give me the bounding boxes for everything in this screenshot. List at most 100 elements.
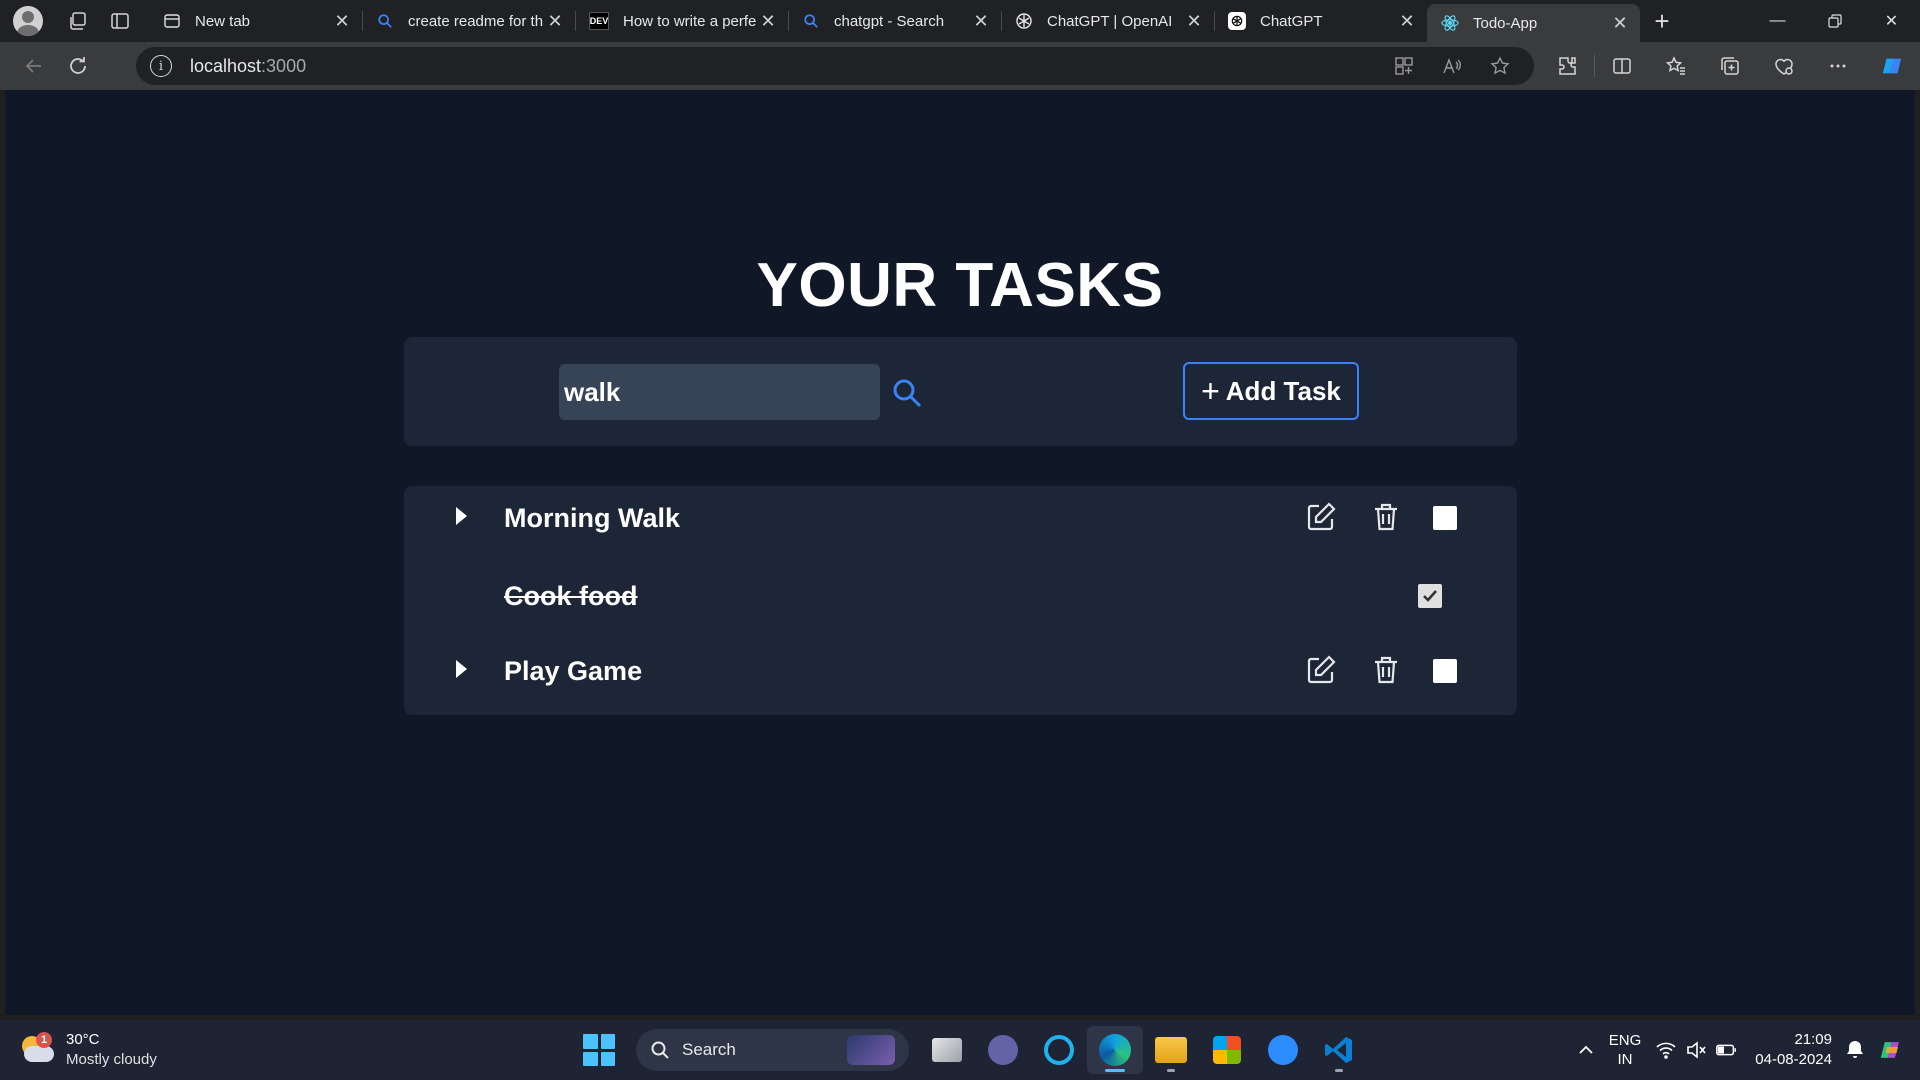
openai-icon <box>1015 12 1033 30</box>
new-tab-button[interactable]: + <box>1640 0 1684 42</box>
tab-actions-icon[interactable] <box>99 0 141 42</box>
tab-close-icon[interactable]: ✕ <box>332 11 352 31</box>
task-title: Morning Walk <box>504 503 680 533</box>
language-indicator[interactable]: ENG IN <box>1609 1031 1642 1069</box>
delete-icon[interactable] <box>1369 500 1403 534</box>
minimize-icon[interactable]: — <box>1749 0 1806 42</box>
expand-caret-icon[interactable] <box>456 660 467 678</box>
favorite-star-icon[interactable] <box>1476 48 1524 84</box>
search-highlight-icon <box>847 1035 895 1065</box>
taskbar-search[interactable]: Search <box>636 1029 909 1071</box>
browser-toolbar: i localhost:3000 <box>0 42 1920 90</box>
browser-tab[interactable]: New tab ✕ <box>149 0 362 42</box>
favorites-icon[interactable] <box>1649 46 1703 86</box>
task-item: Cook food <box>404 565 1517 625</box>
search-icon <box>376 12 394 30</box>
add-task-button[interactable]: + Add Task <box>1183 362 1359 420</box>
clock[interactable]: 21:09 04-08-2024 <box>1755 1030 1832 1070</box>
tab-title: ChatGPT <box>1260 12 1323 30</box>
vscode-icon[interactable] <box>1311 1026 1367 1074</box>
teams-icon[interactable] <box>975 1026 1031 1074</box>
copilot-tray-icon[interactable] <box>1880 1039 1902 1061</box>
task-title: Cook food <box>504 581 638 611</box>
search-panel: + Add Task <box>404 337 1517 446</box>
browser-tab[interactable]: chatgpt - Search ✕ <box>788 0 1001 42</box>
battery-icon[interactable] <box>1715 1039 1737 1061</box>
edit-icon[interactable] <box>1304 500 1338 534</box>
tab-title: New tab <box>195 12 251 30</box>
back-icon[interactable] <box>12 46 56 86</box>
tab-title: chatgpt - Search <box>834 12 945 30</box>
windows-start-icon[interactable] <box>580 1031 618 1069</box>
edit-icon[interactable] <box>1304 653 1338 687</box>
cortana-icon[interactable] <box>1031 1026 1087 1074</box>
page-viewport: YOUR TASKS + Add Task Morning Walk Cook … <box>5 90 1915 1015</box>
split-screen-icon[interactable] <box>1595 46 1649 86</box>
newtab-icon <box>163 12 181 30</box>
weather-cloudy-icon: 1 <box>20 1032 56 1068</box>
address-bar[interactable]: i localhost:3000 <box>136 47 1534 85</box>
plus-icon: + <box>1201 373 1220 409</box>
expand-caret-icon[interactable] <box>456 507 467 525</box>
task-item: Morning Walk <box>404 487 1517 547</box>
taskbar-apps: Search <box>580 1026 1367 1074</box>
task-checkbox[interactable] <box>1433 506 1457 530</box>
openai-icon <box>1228 12 1246 30</box>
add-task-label: Add Task <box>1225 375 1341 406</box>
tab-title: How to write a perfe <box>623 12 757 30</box>
profile-avatar[interactable] <box>13 6 43 36</box>
browser-tab[interactable]: ChatGPT ✕ <box>1214 0 1427 42</box>
browser-tab-active[interactable]: Todo-App ✕ <box>1427 4 1640 42</box>
tab-close-icon[interactable]: ✕ <box>971 11 991 31</box>
wifi-icon[interactable] <box>1655 1039 1677 1061</box>
task-title: Play Game <box>504 656 643 686</box>
task-checkbox[interactable] <box>1433 659 1457 683</box>
tab-close-icon[interactable]: ✕ <box>1184 11 1204 31</box>
react-icon <box>1441 14 1459 32</box>
browser-tab[interactable]: ChatGPT | OpenAI ✕ <box>1001 0 1214 42</box>
browser-essentials-icon[interactable] <box>1757 46 1811 86</box>
system-tray: ENG IN 21:09 04-08-2024 <box>1575 1020 1920 1080</box>
search-input[interactable] <box>559 364 880 420</box>
tab-close-icon[interactable]: ✕ <box>1397 11 1417 31</box>
tab-close-icon[interactable]: ✕ <box>1610 13 1630 33</box>
volume-muted-icon[interactable] <box>1685 1039 1707 1061</box>
browser-tab-strip: New tab ✕ create readme for th ✕ DEV How… <box>0 0 1920 42</box>
extensions-icon[interactable] <box>1540 46 1594 86</box>
edge-icon[interactable] <box>1087 1026 1143 1074</box>
clock-time: 21:09 <box>1794 1031 1832 1048</box>
zoom-icon[interactable] <box>1255 1026 1311 1074</box>
clock-date: 04-08-2024 <box>1755 1051 1832 1068</box>
copilot-icon[interactable] <box>1865 46 1919 86</box>
weather-widget[interactable]: 1 30°C Mostly cloudy <box>20 1028 180 1072</box>
browser-tab[interactable]: DEV How to write a perfe ✕ <box>575 0 788 42</box>
restore-icon[interactable] <box>1806 0 1863 42</box>
collections-icon[interactable] <box>1703 46 1757 86</box>
search-icon[interactable] <box>887 373 927 413</box>
workspaces-icon[interactable] <box>57 0 99 42</box>
microsoft-store-icon[interactable] <box>1199 1026 1255 1074</box>
browser-tab[interactable]: create readme for th ✕ <box>362 0 575 42</box>
search-icon <box>802 12 820 30</box>
more-menu-icon[interactable] <box>1811 46 1865 86</box>
delete-icon[interactable] <box>1369 653 1403 687</box>
close-window-icon[interactable]: ✕ <box>1863 0 1920 42</box>
tab-title: ChatGPT | OpenAI <box>1047 12 1173 30</box>
read-aloud-icon[interactable] <box>1428 48 1476 84</box>
tab-close-icon[interactable]: ✕ <box>758 11 778 31</box>
weather-temperature: 30°C <box>66 1031 100 1048</box>
notification-bell-icon[interactable] <box>1844 1039 1866 1061</box>
refresh-icon[interactable] <box>56 46 100 86</box>
task-view-icon[interactable] <box>919 1026 975 1074</box>
windows-taskbar: 1 30°C Mostly cloudy Search ENG IN 21:09… <box>0 1020 1920 1080</box>
chevron-up-icon[interactable] <box>1575 1039 1597 1061</box>
app-available-icon[interactable] <box>1380 48 1428 84</box>
tab-title: create readme for th <box>408 12 544 30</box>
weather-badge: 1 <box>36 1032 52 1048</box>
site-info-icon[interactable]: i <box>150 55 172 77</box>
weather-condition: Mostly cloudy <box>66 1051 157 1068</box>
file-explorer-icon[interactable] <box>1143 1026 1199 1074</box>
address-url[interactable]: localhost:3000 <box>190 56 1380 77</box>
task-checkbox-checked[interactable] <box>1418 584 1442 608</box>
tab-close-icon[interactable]: ✕ <box>545 11 565 31</box>
